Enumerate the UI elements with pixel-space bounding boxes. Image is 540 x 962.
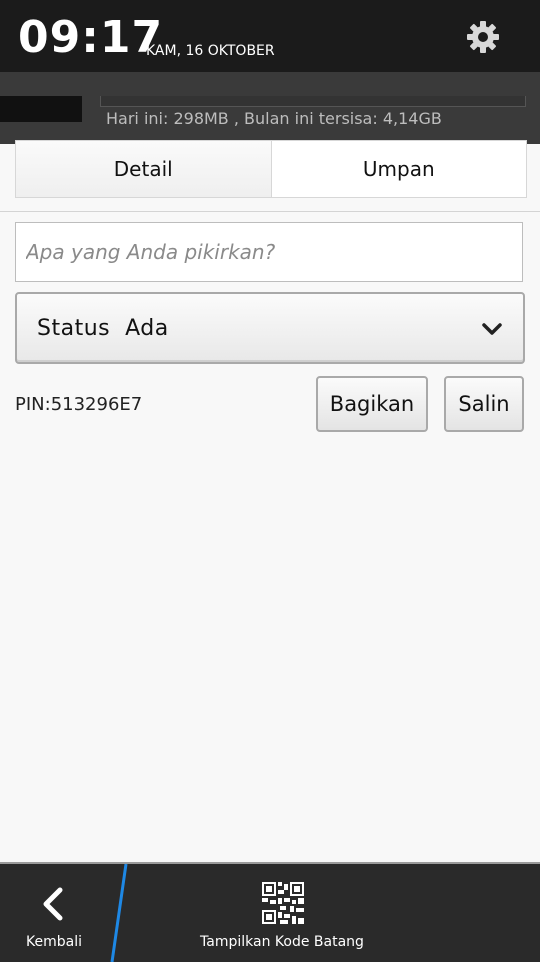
section-divider: [0, 211, 540, 212]
show-barcode-label: Tampilkan Kode Batang: [200, 934, 364, 950]
date-label: KAM, 16 OKTOBER: [146, 43, 275, 59]
chevron-down-icon: [482, 323, 502, 335]
tab-feed[interactable]: Umpan: [272, 141, 527, 197]
copy-button[interactable]: Salin: [444, 376, 524, 432]
notification-thumbnail: [0, 96, 82, 122]
clock: 09:17: [18, 12, 164, 63]
data-usage-text: Hari ini: 298MB , Bulan ini tersisa: 4,1…: [106, 109, 442, 128]
action-bar-separator: [110, 864, 128, 962]
availability-selected: Status Ada: [37, 316, 169, 341]
action-bar: Kembali Tampilkan Kode Batang: [0, 862, 540, 962]
tab-detail[interactable]: Detail: [16, 141, 272, 197]
tab-bar: Detail Umpan: [15, 140, 527, 198]
share-button[interactable]: Bagikan: [316, 376, 428, 432]
availability-dropdown[interactable]: Status Ada: [15, 292, 525, 364]
gear-icon[interactable]: [466, 20, 500, 54]
qr-code-icon: [262, 882, 304, 924]
back-label: Kembali: [26, 934, 82, 950]
status-bar: 09:17 KAM, 16 OKTOBER: [0, 0, 540, 72]
notification-divider: [100, 96, 526, 107]
back-arrow-icon: [43, 887, 63, 921]
pin-label: PIN:513296E7: [15, 394, 143, 415]
status-message-input[interactable]: [15, 222, 523, 282]
